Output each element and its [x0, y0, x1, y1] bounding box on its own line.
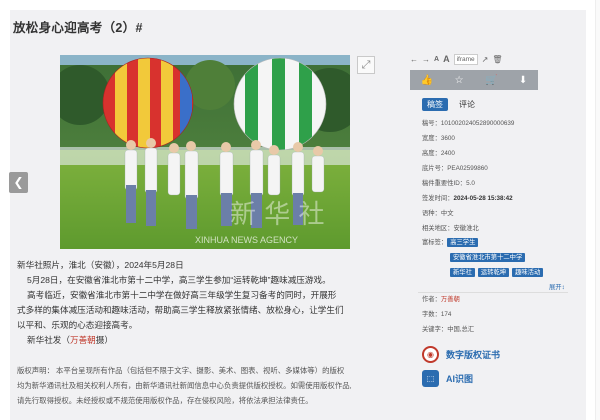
meta-id-value: 101002024052890000639 [440, 120, 515, 127]
meta-film-label: 底片号： [422, 165, 448, 172]
caption-credit-suffix: 摄） [95, 335, 113, 345]
caption-line-6: 新华社发（万善朝摄） [27, 333, 113, 347]
expand-tags-icon: ↕ [561, 284, 565, 291]
meta-film: 底片号：PEA02599860 [422, 164, 488, 173]
copyright-cert-button[interactable]: ◉ 数字版权证书 [422, 346, 500, 363]
tag-chip[interactable]: 趣味活动 [512, 268, 544, 277]
copyright-cert-label: 数字版权证书 [446, 350, 501, 360]
meta-keywords: 关键字：中国,总汇 [422, 325, 474, 334]
page-title: 放松身心迎高考（2）# [13, 21, 143, 35]
watermark-en: XINHUA NEWS AGENCY [195, 235, 298, 245]
info-tabs: 稿签 评论 [422, 98, 480, 111]
photo-illustration: 新 华 社 XINHUA NEWS AGENCY [60, 55, 350, 249]
caption-line-5: 以平和、乐观的心态迎接高考。 [17, 320, 138, 330]
meta-language-value: 中文 [440, 210, 454, 217]
delete-icon[interactable]: 🗑 [492, 55, 502, 64]
meta-author-link[interactable]: 万善朝 [441, 296, 460, 303]
meta-importance-value: 5.0 [466, 180, 475, 187]
tag-chip[interactable]: 运转乾坤 [477, 268, 510, 277]
ai-image-button[interactable]: ⬚ AI识图 [422, 370, 473, 387]
share-icon[interactable]: ↗ [482, 55, 489, 64]
meta-width-value: 3600 [440, 135, 455, 142]
meta-width: 宽度：3600 [422, 134, 455, 143]
ai-scan-icon: ⬚ [422, 370, 439, 387]
tab-comments[interactable]: 评论 [454, 98, 480, 111]
divider [418, 292, 568, 293]
news-photo[interactable]: 新 华 社 XINHUA NEWS AGENCY [60, 55, 350, 249]
meta-words-value: 174 [440, 311, 452, 318]
expand-tags-button[interactable]: 展开↕ [549, 282, 565, 291]
meta-tags-label: 富标签： [422, 239, 448, 246]
meta-time-value: 2024-05-28 15:38:42 [453, 195, 513, 202]
meta-author: 作者：万善朝 [422, 295, 460, 304]
prev-image-button[interactable]: ❮ [9, 172, 28, 193]
tag-chip[interactable]: 安徽省淮北市第十二中学 [450, 253, 526, 262]
meta-region: 相关地区：安徽淮北 [422, 224, 479, 233]
meta-language-label: 语种： [422, 210, 441, 217]
meta-region-value: 安徽淮北 [453, 225, 479, 232]
expand-tags-label: 展开 [549, 284, 562, 291]
seal-icon: ◉ [422, 346, 439, 363]
tab-draft-label[interactable]: 稿签 [422, 98, 448, 111]
notice-line-2: 均为新华通讯社及相关权利人所有，由新华通讯社新闻信息中心负责提供版权授权。如需使… [17, 381, 352, 390]
tag-chip[interactable]: 高三学生 [447, 238, 479, 247]
copyright-notice: 版权声明： 本平台呈现所有作品（包括但不限于文字、摄影、美术、图表、视听、多媒体… [17, 363, 390, 408]
meta-tags: 富标签： 高三学生 [422, 238, 481, 247]
meta-importance-label: 稿件重要性ID： [422, 180, 467, 187]
meta-author-label: 作者： [422, 296, 441, 303]
iframe-button[interactable]: iframe [453, 53, 478, 65]
meta-time-label: 签发时间： [422, 195, 454, 202]
meta-importance: 稿件重要性ID：5.0 [422, 179, 475, 188]
caption-credit-prefix: 新华社发（ [27, 335, 70, 345]
like-icon[interactable]: 👍 [421, 75, 433, 86]
watermark-cn: 新 华 社 [230, 200, 325, 230]
expand-icon[interactable]: ⤢ [357, 56, 375, 74]
meta-tags-row-3: 新华社 运转乾坤 趣味活动 [450, 268, 546, 277]
arrow-right-icon[interactable]: → [422, 55, 430, 64]
meta-film-value: PEA02599860 [447, 165, 488, 172]
meta-id-label: 稿号： [422, 120, 441, 127]
caption-line-1: 新华社照片，淮北（安徽），2024年5月28日 [17, 260, 184, 270]
scrollbar[interactable] [595, 0, 600, 420]
toolbar: ← → A A iframe ↗ 🗑 [410, 52, 560, 66]
meta-region-label: 相关地区： [422, 225, 454, 232]
caption-line-2: 5月28日，在安徽省淮北市第十二中学，高三学生参加“运转乾坤”趣味减压游戏。 [27, 275, 331, 285]
caption-line-3: 高考临近，安徽省淮北市第十二中学在做好高三年级学生复习备考的同时，开展形 [27, 290, 337, 300]
meta-id: 稿号：101002024052890000639 [422, 119, 514, 128]
font-larger-icon[interactable]: A [443, 54, 450, 64]
meta-height-value: 2400 [440, 150, 455, 157]
caption-author-link[interactable]: 万善朝 [70, 335, 96, 345]
notice-line-1: 版权声明： 本平台呈现所有作品（包括但不限于文字、摄影、美术、图表、视听、多媒体… [17, 366, 345, 375]
notice-line-3: 请先行取得授权。未经授权或不规范使用版权作品，存在侵权风险，将依法承担法律责任。 [17, 396, 313, 405]
action-bar: 👍 ☆ 🛒 ⬇ [410, 70, 538, 90]
meta-words: 字数：174 [422, 310, 451, 319]
meta-height: 高度：2400 [422, 149, 455, 158]
tag-chip[interactable]: 新华社 [450, 268, 475, 277]
caption-line-4: 式多样的集体减压活动和趣味活动，帮助高三学生释放紧张情绪、放松身心，让学生们 [17, 305, 344, 315]
download-icon[interactable]: ⬇ [519, 75, 527, 86]
ai-image-label: AI识图 [446, 374, 474, 384]
arrow-left-icon[interactable]: ← [410, 55, 418, 64]
meta-time: 签发时间：2024-05-28 15:38:42 [422, 194, 513, 203]
meta-keywords-value: 中国,总汇 [447, 326, 475, 333]
font-smaller-icon[interactable]: A [434, 56, 439, 63]
star-icon[interactable]: ☆ [455, 75, 464, 86]
meta-tags-row-2: 安徽省淮北市第十二中学 [450, 253, 528, 262]
meta-keywords-label: 关键字： [422, 326, 448, 333]
meta-width-label: 宽度： [422, 135, 441, 142]
meta-height-label: 高度： [422, 150, 441, 157]
meta-language: 语种：中文 [422, 209, 453, 218]
meta-words-label: 字数： [422, 311, 441, 318]
cart-icon[interactable]: 🛒 [485, 75, 497, 86]
